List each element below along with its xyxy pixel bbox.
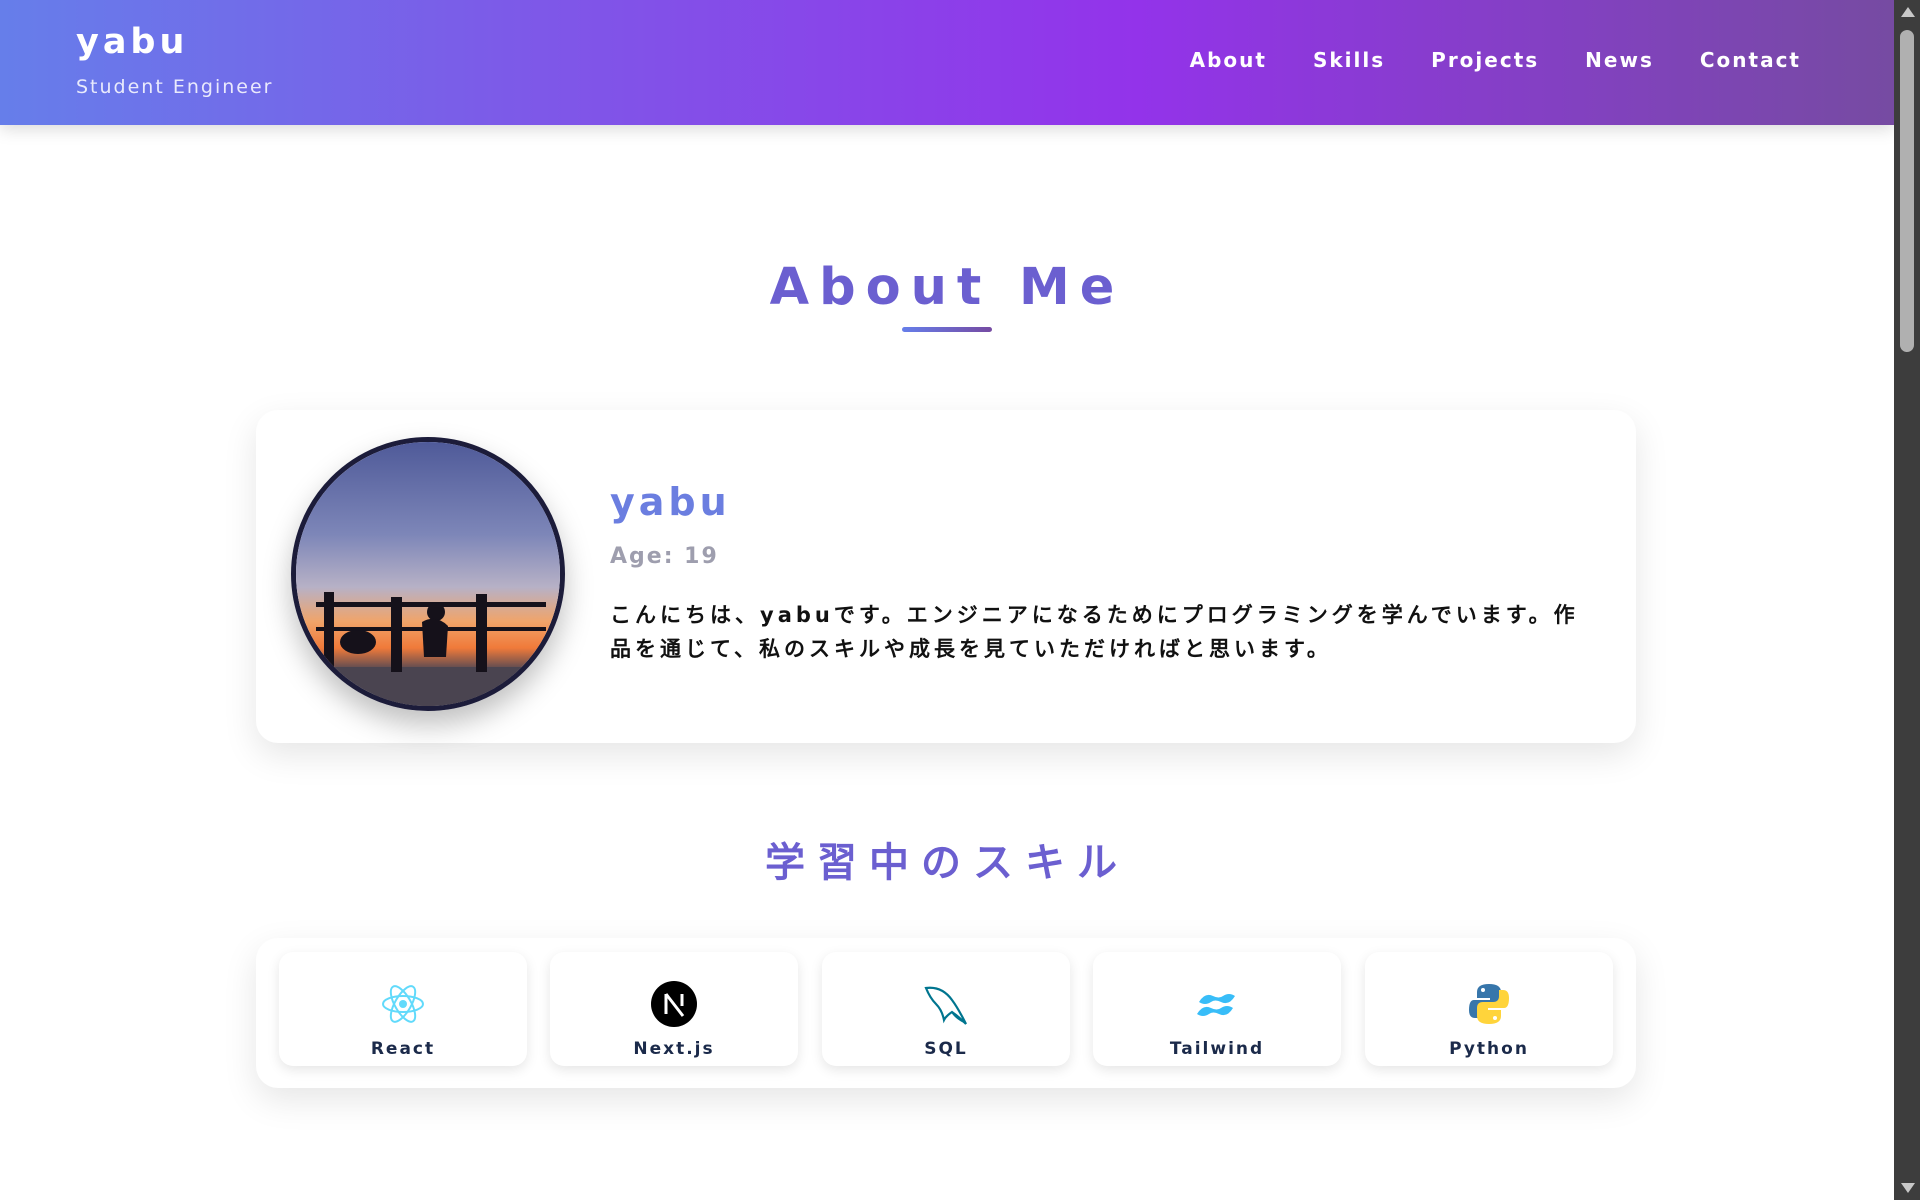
nextjs-icon — [651, 981, 697, 1027]
nav-link-news[interactable]: News — [1585, 48, 1654, 72]
react-icon — [382, 985, 424, 1023]
sql-icon — [924, 986, 967, 1025]
profile-bio: こんにちは、yabuです。エンジニアになるためにプログラミングを学んでいます。作… — [610, 603, 1579, 661]
site-header: yabu Student Engineer About Skills Proje… — [0, 0, 1894, 125]
skill-label: Tailwind — [1169, 1039, 1265, 1059]
nav-link-skills[interactable]: Skills — [1313, 48, 1385, 72]
about-section-title: About Me — [769, 258, 1125, 317]
skill-label: Python — [1449, 1039, 1529, 1059]
nav-link-about[interactable]: About — [1190, 48, 1267, 72]
profile-card: yabu Age: 19 こんにちは、yabuです。エンジニアになるためにプログ… — [256, 410, 1636, 743]
skill-label: React — [370, 1039, 436, 1059]
brand-subtitle: Student Engineer — [76, 76, 274, 98]
tailwind-icon — [1197, 994, 1235, 1016]
skill-card-sql[interactable]: SQL — [822, 952, 1070, 1066]
skill-label: SQL — [924, 1039, 968, 1059]
profile-name: yabu — [610, 480, 731, 524]
skill-card-python[interactable]: Python — [1365, 952, 1613, 1066]
nav-link-contact[interactable]: Contact — [1700, 48, 1801, 72]
page-scrollbar[interactable] — [1894, 0, 1920, 1200]
profile-photo — [291, 437, 565, 711]
title-underline — [902, 327, 992, 332]
skills-section-title: 学習中のスキル — [765, 840, 1129, 886]
profile-age: Age: 19 — [610, 544, 719, 569]
skill-label: Next.js — [633, 1039, 715, 1059]
nav-link-projects[interactable]: Projects — [1431, 48, 1539, 72]
scroll-down-arrow-icon[interactable] — [1901, 1183, 1915, 1193]
main-nav: About Skills Projects News Contact — [1190, 48, 1801, 72]
skill-card-react[interactable]: React — [279, 952, 527, 1066]
python-icon — [1469, 984, 1509, 1024]
skill-card-nextjs[interactable]: Next.js — [550, 952, 798, 1066]
scroll-thumb[interactable] — [1900, 30, 1914, 352]
scroll-up-arrow-icon[interactable] — [1901, 7, 1915, 17]
skills-panel: React Next.js SQL Tailwind Python — [256, 938, 1636, 1088]
skill-card-tailwind[interactable]: Tailwind — [1093, 952, 1341, 1066]
brand-name[interactable]: yabu — [76, 22, 188, 62]
